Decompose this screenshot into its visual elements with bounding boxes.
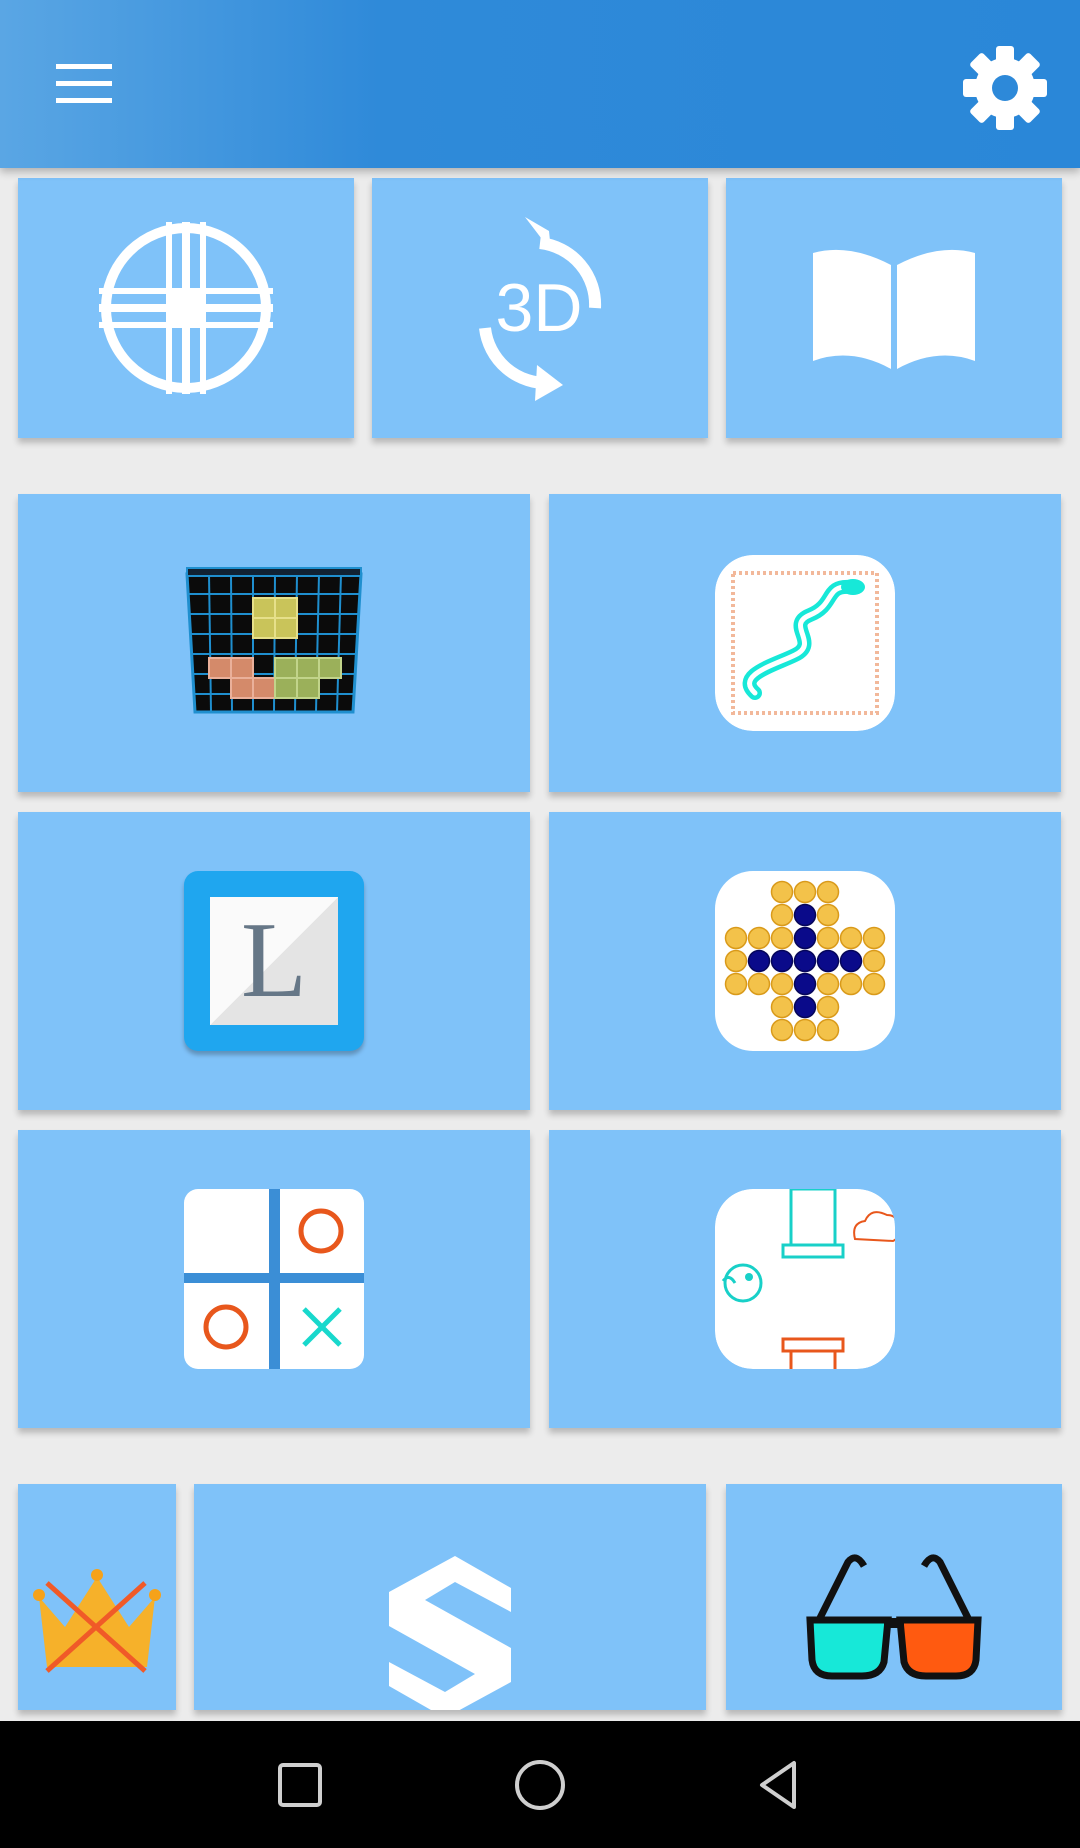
- peg-gold: [816, 1018, 840, 1042]
- peg-gold: [862, 972, 886, 996]
- peg-gold: [770, 880, 794, 904]
- peg-blue: [793, 903, 817, 927]
- peg-gold: [839, 926, 863, 950]
- peg-solitaire-icon: [715, 871, 895, 1051]
- peg-solitaire-game-tile[interactable]: [549, 812, 1061, 1110]
- s-logo-icon: [389, 1556, 511, 1710]
- app-bar: [0, 0, 1080, 168]
- peg-blue: [770, 949, 794, 973]
- peg-gold: [770, 995, 794, 1019]
- peg-gold: [862, 926, 886, 950]
- square-recents-icon[interactable]: [240, 1721, 360, 1848]
- no-ads-tile[interactable]: [18, 1484, 176, 1710]
- block-puzzle-game-tile[interactable]: [18, 494, 530, 792]
- system-navigation-bar: [0, 1721, 1080, 1848]
- peg-blue: [816, 949, 840, 973]
- gear-icon[interactable]: [955, 38, 1055, 138]
- book-tile[interactable]: [726, 178, 1062, 438]
- block-puzzle-icon: [185, 567, 363, 714]
- peg-gold: [793, 880, 817, 904]
- 3d-glasses-icon: [806, 1554, 982, 1680]
- peg-gold: [816, 880, 840, 904]
- flappy-bird-icon: [715, 1189, 895, 1369]
- letter-l-label: L: [241, 901, 307, 1020]
- flappy-bird-game-tile[interactable]: [549, 1130, 1061, 1428]
- s-logo-tile[interactable]: [194, 1484, 706, 1710]
- peg-gold: [770, 972, 794, 996]
- peg-gold: [793, 1018, 817, 1042]
- 3d-glasses-tile[interactable]: [726, 1484, 1062, 1710]
- peg-blue: [839, 949, 863, 973]
- peg-gold: [816, 972, 840, 996]
- peg-gold: [816, 926, 840, 950]
- peg-gold: [770, 926, 794, 950]
- word-game-tile[interactable]: L: [18, 812, 530, 1110]
- peg-gold: [816, 995, 840, 1019]
- tic-tac-toe-icon: [184, 1189, 364, 1369]
- peg-gold: [816, 903, 840, 927]
- circle-home-icon[interactable]: [480, 1721, 600, 1848]
- crossed-crown-icon: [33, 1569, 161, 1673]
- peg-blue: [793, 949, 817, 973]
- peg-gold: [770, 1018, 794, 1042]
- rotate-3d-tile[interactable]: 3D: [372, 178, 708, 438]
- crosshair-icon: [99, 222, 273, 394]
- peg-blue: [793, 926, 817, 950]
- peg-blue: [747, 949, 771, 973]
- rotate-3d-icon: 3D: [479, 217, 602, 401]
- peg-gold: [747, 972, 771, 996]
- hamburger-menu-icon[interactable]: [40, 44, 128, 124]
- triangle-back-icon[interactable]: [720, 1721, 840, 1848]
- peg-blue: [793, 972, 817, 996]
- peg-gold: [747, 926, 771, 950]
- snake-icon: [715, 555, 895, 731]
- peg-gold: [862, 949, 886, 973]
- peg-blue: [793, 995, 817, 1019]
- snake-game-tile[interactable]: [549, 494, 1061, 792]
- letter-l-icon: L: [184, 871, 364, 1051]
- peg-gold: [724, 926, 748, 950]
- peg-gold: [724, 972, 748, 996]
- peg-gold: [839, 972, 863, 996]
- peg-gold: [724, 949, 748, 973]
- open-book-icon: [813, 249, 975, 369]
- tic-tac-toe-game-tile[interactable]: [18, 1130, 530, 1428]
- peg-gold: [770, 903, 794, 927]
- crosshair-target-tile[interactable]: [18, 178, 354, 438]
- rotate-3d-label: 3D: [496, 270, 583, 346]
